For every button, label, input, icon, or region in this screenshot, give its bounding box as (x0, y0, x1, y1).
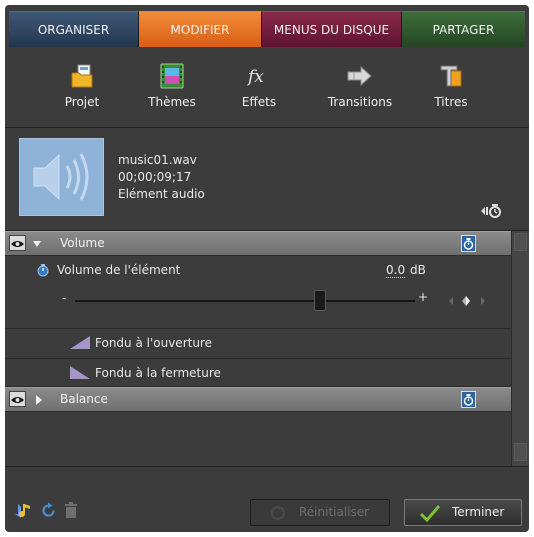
themes-film-icon (160, 63, 184, 89)
transitions-arrow-icon (347, 65, 372, 87)
tab-organiser[interactable]: ORGANISER (9, 11, 139, 47)
stopwatch-icon[interactable] (36, 263, 50, 277)
volume-unit: dB (410, 263, 426, 277)
done-label: Terminer (452, 505, 505, 519)
transitions-label: Transitions (327, 95, 393, 109)
clip-filename: music01.wav (118, 153, 197, 167)
speaker-icon (33, 153, 89, 201)
divider (5, 466, 529, 467)
effets-button[interactable]: fx Effets (219, 61, 299, 121)
titres-button[interactable]: Titres (411, 61, 491, 121)
projet-label: Projet (64, 95, 100, 109)
svg-text:fx: fx (246, 67, 264, 87)
titles-t-icon (440, 65, 462, 87)
slider-min-label: - (62, 291, 67, 305)
done-button[interactable]: Terminer (404, 499, 522, 526)
slider-max-label: + (418, 290, 429, 304)
transitions-button[interactable]: Transitions (320, 61, 400, 121)
scroll-up-button[interactable] (514, 233, 527, 251)
volume-slider-thumb[interactable] (313, 290, 326, 311)
fade-in-icon (70, 336, 90, 349)
tab-modifier[interactable]: MODIFIER (139, 11, 262, 47)
tab-partager[interactable]: PARTAGER (402, 11, 525, 47)
chevron-down-icon[interactable] (32, 239, 42, 249)
keyframe-toggle-icon[interactable] (479, 203, 503, 219)
divider (5, 328, 511, 329)
chevron-right-icon[interactable] (34, 394, 44, 406)
volume-section-header[interactable]: Volume (5, 231, 511, 256)
keyframe-navigation[interactable] (447, 293, 489, 309)
eye-icon[interactable] (9, 391, 26, 407)
clip-type: Elément audio (118, 187, 205, 201)
eye-icon[interactable] (9, 235, 26, 251)
project-folder-icon (71, 64, 93, 88)
modifier-toolbar: Projet Thèmes fx Effets Transitions Titr… (5, 57, 529, 127)
themes-button[interactable]: Thèmes (132, 61, 212, 121)
effets-label: Effets (241, 95, 277, 109)
themes-label: Thèmes (148, 95, 196, 109)
tab-menus-du-disque[interactable]: MENUS DU DISQUE (262, 11, 402, 47)
volume-title: Volume (60, 236, 105, 250)
add-audio-icon[interactable] (14, 501, 34, 519)
refresh-icon[interactable] (40, 502, 57, 519)
fade-in-label[interactable]: Fondu à l'ouverture (95, 336, 212, 350)
fade-out-icon (70, 366, 90, 379)
clip-timecode: 00;00;09;17 (118, 170, 192, 184)
fade-out-label[interactable]: Fondu à la fermeture (95, 366, 221, 380)
audio-clip-thumbnail (19, 138, 104, 216)
checkmark-icon (419, 505, 441, 522)
balance-title: Balance (60, 392, 108, 406)
balance-section-header[interactable]: Balance (5, 387, 511, 412)
volume-value[interactable]: 0.0 (386, 263, 406, 278)
clip-details: music01.wav 00;00;09;17 Elément audio (118, 152, 205, 203)
element-volume-label: Volume de l'élément (57, 263, 181, 277)
effects-fx-icon: fx (246, 67, 264, 87)
reset-icon (271, 505, 285, 520)
titres-label: Titres (434, 95, 468, 109)
workspace-tabs: ORGANISER MODIFIER MENUS DU DISQUE PARTA… (9, 11, 525, 47)
scroll-down-button[interactable] (514, 443, 527, 461)
stopwatch-icon[interactable] (461, 391, 476, 408)
trash-icon[interactable] (64, 502, 78, 518)
divider (5, 358, 511, 359)
reset-button[interactable]: Réinitialiser (250, 499, 390, 526)
stopwatch-icon[interactable] (461, 235, 476, 252)
clip-info: music01.wav 00;00;09;17 Elément audio (5, 128, 529, 230)
projet-button[interactable]: Projet (42, 61, 122, 121)
volume-slider-track[interactable] (75, 290, 415, 311)
vertical-scrollbar[interactable] (511, 231, 529, 466)
reset-label: Réinitialiser (299, 505, 370, 519)
effects-panel: ORGANISER MODIFIER MENUS DU DISQUE PARTA… (5, 5, 529, 532)
